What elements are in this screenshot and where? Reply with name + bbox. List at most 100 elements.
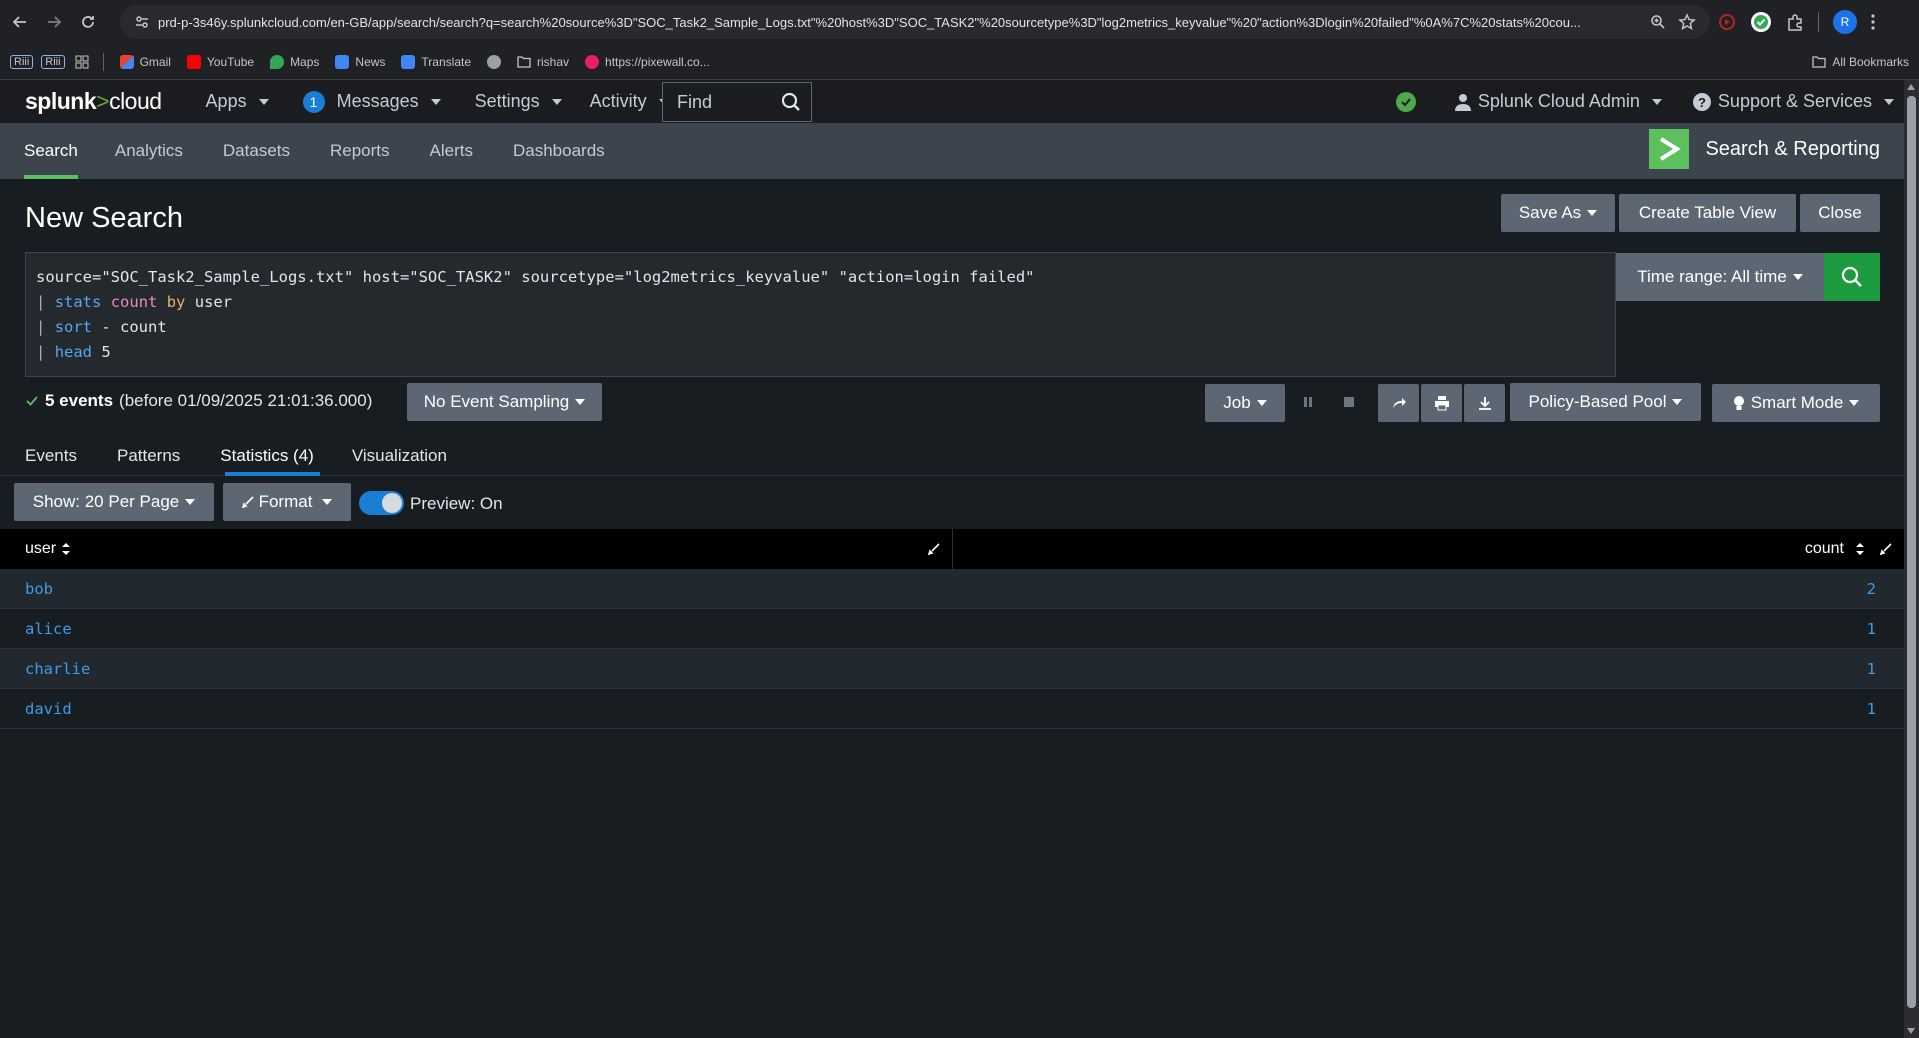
- count-cell[interactable]: 2: [951, 580, 1905, 598]
- statistics-table: user count bob 2 alice 1 charlie 1 david…: [0, 529, 1904, 729]
- policy-pool-dropdown[interactable]: Policy-Based Pool: [1510, 383, 1701, 421]
- tab-patterns[interactable]: Patterns: [97, 436, 200, 476]
- export-button[interactable]: [1464, 384, 1505, 422]
- user-cell[interactable]: charlie: [0, 660, 951, 678]
- health-status-icon[interactable]: [1395, 91, 1416, 112]
- bookmark-globe[interactable]: [487, 54, 501, 69]
- edit-column-icon[interactable]: [927, 543, 940, 555]
- search-query-editor[interactable]: source="SOC_Task2_Sample_Logs.txt" host=…: [25, 252, 1616, 377]
- tab-events[interactable]: Events: [0, 436, 97, 476]
- apps-grid-icon[interactable]: [75, 55, 89, 69]
- bookmarks-divider: [102, 52, 104, 71]
- user-cell[interactable]: david: [0, 700, 951, 718]
- app-tab-analytics[interactable]: Analytics: [98, 123, 203, 179]
- zoom-icon[interactable]: [1650, 14, 1666, 30]
- extensions-area: R: [1718, 0, 1919, 44]
- results-tabs: Events Patterns Statistics (4) Visualiza…: [0, 436, 1904, 476]
- save-as-button[interactable]: Save As: [1501, 194, 1615, 232]
- recording-extension-icon[interactable]: [1718, 13, 1736, 31]
- shield-extension-icon[interactable]: [1750, 11, 1772, 33]
- tab-statistics[interactable]: Statistics (4): [200, 436, 334, 476]
- pause-icon[interactable]: [1302, 396, 1314, 408]
- job-menu-button[interactable]: Job: [1205, 384, 1285, 422]
- chevron-down-icon: [185, 499, 196, 505]
- app-tab-reports[interactable]: Reports: [310, 123, 410, 179]
- per-page-dropdown[interactable]: Show: 20 Per Page: [14, 483, 214, 521]
- search-mode-dropdown[interactable]: Smart Mode: [1712, 384, 1880, 422]
- event-count: 5 events: [45, 391, 114, 410]
- apps-menu[interactable]: Apps: [206, 91, 269, 112]
- all-bookmarks[interactable]: All Bookmarks: [1812, 55, 1909, 69]
- stop-icon[interactable]: [1343, 396, 1355, 408]
- chevron-down-icon: [1849, 400, 1860, 406]
- create-table-view-button[interactable]: Create Table View: [1619, 194, 1796, 232]
- time-range-picker[interactable]: Time range: All time: [1616, 253, 1824, 301]
- url-text[interactable]: prd-p-3s46y.splunkcloud.com/en-GB/app/se…: [158, 15, 1618, 30]
- folder-icon: [517, 55, 531, 68]
- forward-arrow-icon[interactable]: [40, 8, 68, 36]
- bookmark-youtube[interactable]: YouTube: [186, 54, 254, 69]
- bookmark-pixewall[interactable]: https://pixewall.co...: [585, 54, 710, 69]
- messages-menu[interactable]: 1 Messages: [302, 90, 441, 113]
- format-dropdown[interactable]: Format: [223, 483, 351, 521]
- preview-toggle[interactable]: [359, 491, 404, 515]
- back-arrow-icon[interactable]: [6, 8, 34, 36]
- app-chevron-icon: [1649, 129, 1690, 169]
- tab-visualization[interactable]: Visualization: [334, 436, 467, 476]
- print-icon: [1434, 396, 1449, 411]
- translate-icon: [401, 54, 416, 69]
- close-button[interactable]: Close: [1800, 194, 1880, 232]
- column-header-user[interactable]: user: [0, 529, 952, 569]
- user-menu[interactable]: Splunk Cloud Admin: [1454, 91, 1662, 112]
- print-button[interactable]: [1421, 384, 1462, 422]
- splunk-logo[interactable]: splunk>cloud: [25, 88, 162, 115]
- support-menu[interactable]: ? Support & Services: [1692, 91, 1894, 112]
- site-settings-icon[interactable]: [134, 14, 150, 30]
- count-cell[interactable]: 1: [951, 660, 1905, 678]
- bookmark-riii-1[interactable]: Riii: [10, 54, 34, 69]
- query-line-3: | sort - count: [36, 318, 167, 336]
- bookmark-maps[interactable]: Maps: [270, 54, 319, 69]
- bookmark-rishav[interactable]: rishav: [517, 55, 569, 69]
- table-header: user count: [0, 529, 1904, 569]
- activity-menu[interactable]: Activity: [590, 91, 669, 112]
- count-cell[interactable]: 1: [951, 700, 1905, 718]
- app-tab-datasets[interactable]: Datasets: [203, 123, 310, 179]
- app-title[interactable]: Search & Reporting: [1649, 129, 1880, 169]
- chevron-down-icon: [322, 499, 333, 505]
- extensions-puzzle-icon[interactable]: [1786, 13, 1804, 31]
- page-scrollbar[interactable]: [1904, 80, 1919, 1038]
- chevron-down-icon: [1587, 210, 1598, 216]
- run-search-button[interactable]: [1824, 253, 1880, 301]
- brush-icon: [241, 496, 254, 508]
- app-navigation-bar: Search Analytics Datasets Reports Alerts…: [0, 123, 1904, 179]
- user-cell[interactable]: bob: [0, 580, 951, 598]
- edit-column-icon[interactable]: [1880, 543, 1892, 555]
- app-tab-dashboards[interactable]: Dashboards: [493, 123, 625, 179]
- scroll-up-icon[interactable]: [1907, 84, 1915, 90]
- profile-avatar[interactable]: R: [1833, 10, 1857, 34]
- scroll-down-icon[interactable]: [1907, 1028, 1915, 1034]
- bookmark-riii-2[interactable]: Riii: [41, 54, 65, 69]
- table-row: charlie 1: [0, 649, 1904, 689]
- app-tab-alerts[interactable]: Alerts: [410, 123, 493, 179]
- scroll-thumb[interactable]: [1907, 96, 1916, 1008]
- app-tab-search[interactable]: Search: [0, 123, 98, 179]
- bookmark-translate[interactable]: Translate: [401, 54, 471, 69]
- lightbulb-icon: [1733, 396, 1744, 410]
- bookmark-news[interactable]: News: [335, 54, 385, 69]
- address-bar[interactable]: prd-p-3s46y.splunkcloud.com/en-GB/app/se…: [120, 5, 1710, 39]
- table-row: alice 1: [0, 609, 1904, 649]
- browser-menu-icon[interactable]: [1871, 14, 1875, 30]
- settings-menu[interactable]: Settings: [475, 91, 562, 112]
- event-sampling-dropdown[interactable]: No Event Sampling: [407, 383, 602, 421]
- column-header-count[interactable]: count: [951, 529, 1905, 569]
- count-cell[interactable]: 1: [951, 620, 1905, 638]
- share-button[interactable]: [1378, 384, 1419, 422]
- reload-icon[interactable]: [74, 8, 102, 36]
- find-input[interactable]: Find: [662, 82, 812, 122]
- bookmark-gmail[interactable]: Gmail: [119, 54, 171, 69]
- bookmark-star-icon[interactable]: [1678, 13, 1696, 31]
- query-line-4: | head 5: [36, 343, 111, 361]
- user-cell[interactable]: alice: [0, 620, 951, 638]
